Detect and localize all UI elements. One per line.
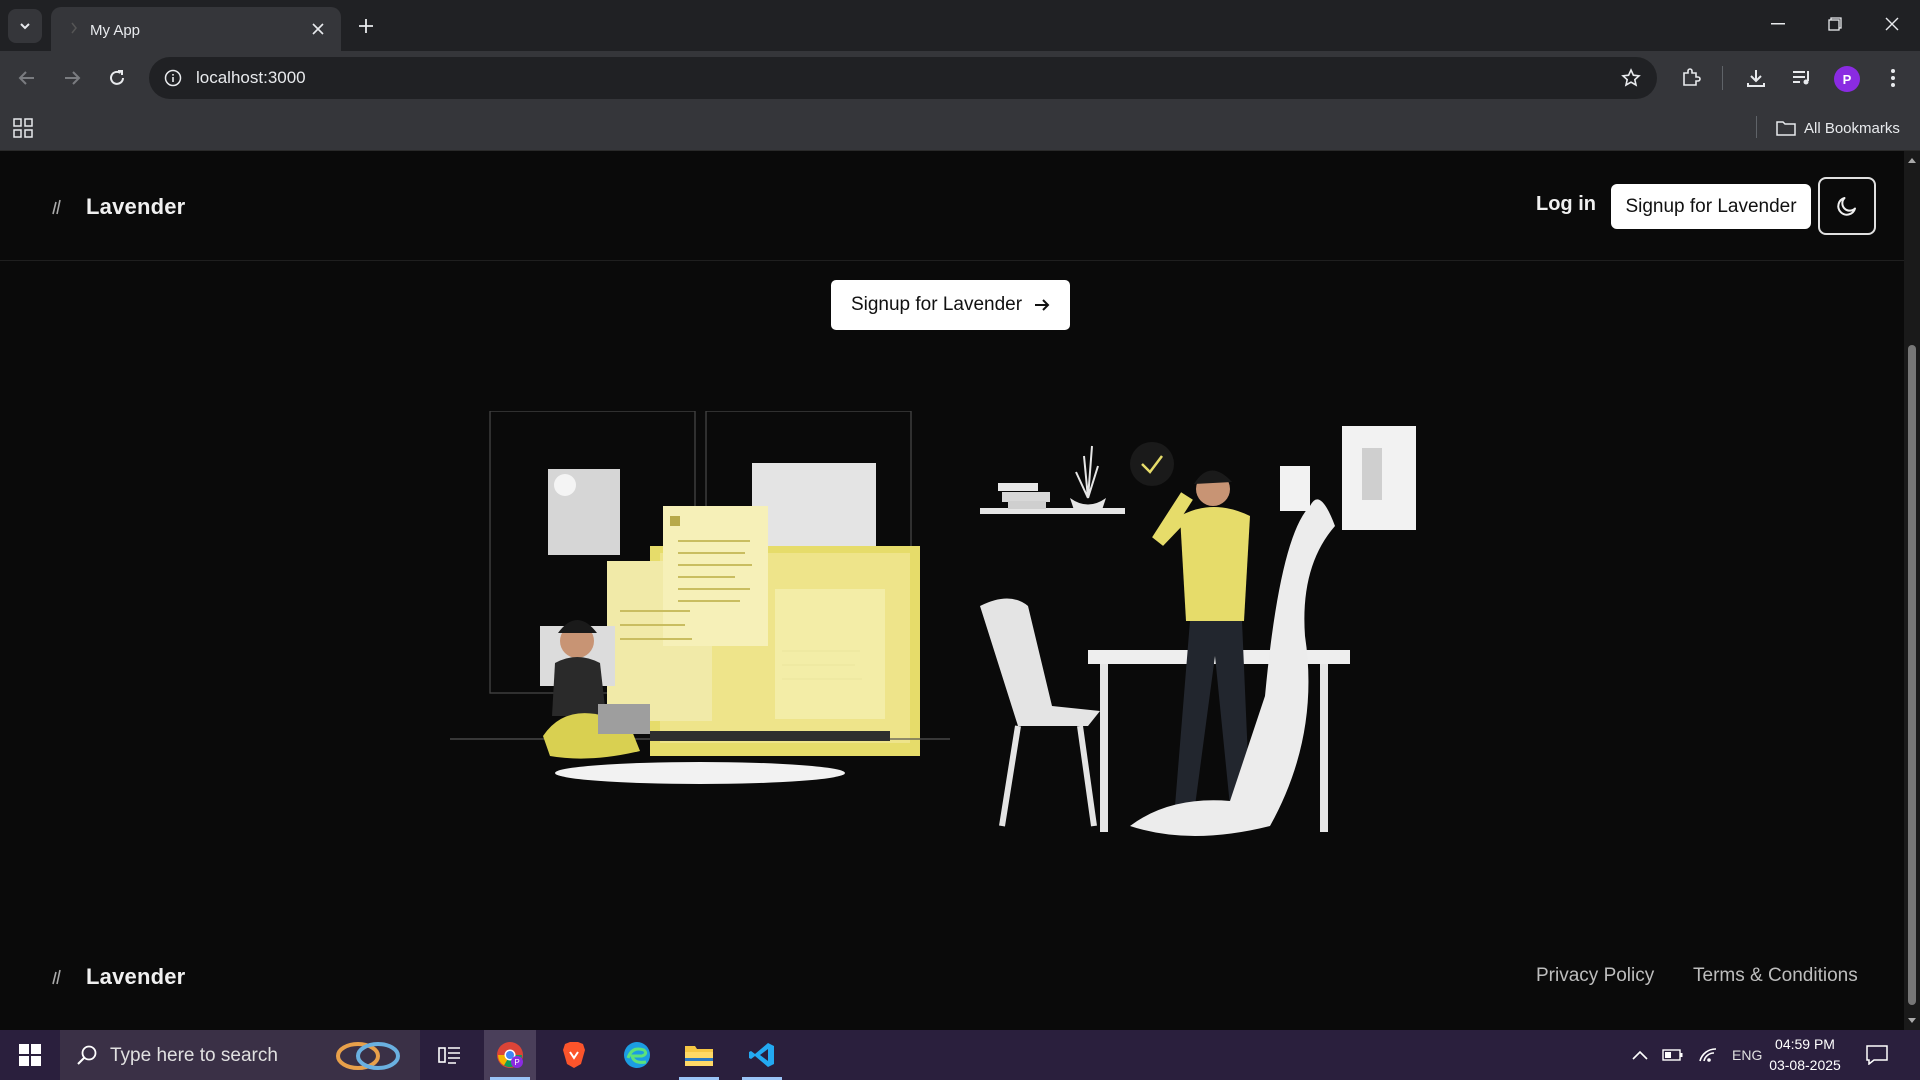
- arrow-right-icon: [1035, 299, 1050, 311]
- footer-brand-name: Lavender: [86, 964, 186, 989]
- bookmarks-separator: [1756, 116, 1757, 138]
- extensions-button[interactable]: [1676, 63, 1706, 93]
- lavender-logo-icon: [52, 969, 61, 985]
- brave-icon: [563, 1042, 585, 1068]
- site-footer: Lavender Privacy Policy Terms & Conditio…: [0, 931, 1904, 1030]
- download-icon: [1747, 70, 1765, 87]
- taskbar-search-placeholder: Type here to search: [110, 1045, 278, 1066]
- task-view-icon: [438, 1047, 460, 1064]
- close-window-button[interactable]: [1863, 0, 1920, 48]
- start-button[interactable]: [10, 1040, 50, 1070]
- taskbar-vscode[interactable]: [736, 1030, 788, 1080]
- taskbar-brave[interactable]: [548, 1030, 600, 1080]
- back-icon: [18, 71, 34, 85]
- forward-icon: [65, 71, 81, 85]
- restore-icon: [1827, 17, 1842, 31]
- wifi-icon[interactable]: [1698, 1047, 1718, 1063]
- privacy-policy-link[interactable]: Privacy Policy: [1536, 965, 1654, 987]
- taskbar-clock[interactable]: 04:59 PM 03-08-2025: [1760, 1034, 1850, 1076]
- moon-icon: [1837, 197, 1856, 216]
- windows-start-icon: [19, 1044, 41, 1066]
- apps-grid-icon[interactable]: [12, 117, 34, 139]
- browser-toolbar: localhost:3000 P: [0, 51, 1920, 105]
- restore-button[interactable]: [1806, 0, 1863, 48]
- new-tab-button[interactable]: [351, 11, 381, 41]
- tab-search-button[interactable]: [8, 9, 42, 43]
- clock-date: 03-08-2025: [1769, 1057, 1841, 1073]
- minimize-icon: [1770, 23, 1785, 25]
- windows-taskbar: Type here to search P ENG 04:59 PM 03-08…: [0, 1030, 1920, 1080]
- taskbar-edge[interactable]: [611, 1030, 663, 1080]
- reload-icon: [110, 70, 124, 85]
- signup-cta-label: Signup for Lavender: [850, 294, 1023, 315]
- chrome-icon: P: [497, 1042, 523, 1068]
- profile-avatar[interactable]: P: [1834, 66, 1860, 92]
- task-view-button[interactable]: [424, 1030, 476, 1080]
- bookmark-star-button[interactable]: [1619, 66, 1643, 90]
- notification-center-button[interactable]: [1862, 1042, 1892, 1068]
- all-bookmarks-button[interactable]: All Bookmarks: [1776, 117, 1900, 139]
- battery-icon[interactable]: [1662, 1048, 1684, 1062]
- address-bar[interactable]: localhost:3000: [149, 57, 1657, 99]
- taskbar-chrome[interactable]: P: [484, 1030, 536, 1080]
- tab-search-icon: [20, 23, 30, 30]
- browser-menu-button[interactable]: [1878, 63, 1908, 93]
- file-explorer-icon: [685, 1046, 713, 1066]
- browser-tab[interactable]: My App: [51, 7, 341, 51]
- brand-logo[interactable]: Lavender: [50, 194, 185, 220]
- lavender-logo-icon: [52, 199, 61, 215]
- taskbar-search-box[interactable]: Type here to search: [60, 1030, 420, 1080]
- signup-cta-button[interactable]: Signup for Lavender: [831, 280, 1070, 330]
- media-icon: [1793, 71, 1809, 85]
- chevron-up-icon[interactable]: [1632, 1050, 1648, 1060]
- system-tray: ENG: [1632, 1030, 1762, 1080]
- folder-icon: [1776, 121, 1796, 136]
- all-bookmarks-label: All Bookmarks: [1804, 119, 1900, 137]
- bookmarks-bar: All Bookmarks: [0, 105, 1920, 151]
- search-highlight-icon: [336, 1042, 400, 1070]
- signup-header-button[interactable]: Signup for Lavender: [1611, 184, 1811, 229]
- close-icon: [1885, 17, 1898, 31]
- media-controls-button[interactable]: [1787, 63, 1817, 93]
- clock-time: 04:59 PM: [1775, 1036, 1835, 1052]
- favicon: [71, 22, 77, 34]
- site-header: Lavender Log in Signup for Lavender: [0, 151, 1904, 261]
- minimize-button[interactable]: [1749, 0, 1806, 48]
- plus-icon: [359, 19, 373, 33]
- theme-toggle-button[interactable]: [1818, 177, 1876, 235]
- terms-link[interactable]: Terms & Conditions: [1693, 965, 1858, 987]
- notification-icon: [1866, 1045, 1888, 1065]
- extensions-icon: [1683, 68, 1701, 86]
- toolbar-separator: [1722, 66, 1723, 90]
- hero-illustration-left: [450, 411, 950, 784]
- reload-button[interactable]: [101, 62, 133, 94]
- vscode-icon: [749, 1043, 774, 1067]
- hero-illustration-right: [980, 426, 1416, 836]
- url-text: localhost:3000: [196, 68, 306, 87]
- scroll-thumb[interactable]: [1908, 345, 1916, 1005]
- scroll-up-arrow[interactable]: [1907, 155, 1917, 165]
- search-icon: [77, 1045, 97, 1065]
- taskbar-file-explorer[interactable]: [673, 1030, 725, 1080]
- svg-text:P: P: [514, 1058, 519, 1067]
- brand-name: Lavender: [86, 194, 186, 219]
- tab-close-button[interactable]: [307, 18, 329, 40]
- edge-icon: [624, 1042, 650, 1068]
- browser-tabstrip: My App: [0, 0, 1920, 51]
- site-info-button[interactable]: [161, 66, 185, 90]
- site-info-icon: [164, 69, 182, 87]
- page-scrollbar[interactable]: [1904, 151, 1920, 1030]
- downloads-button[interactable]: [1741, 63, 1771, 93]
- close-icon: [312, 23, 324, 35]
- tab-title: My App: [90, 22, 141, 39]
- footer-brand-logo[interactable]: Lavender: [50, 964, 185, 990]
- bookmark-star-icon: [1621, 68, 1641, 87]
- back-button[interactable]: [11, 62, 43, 94]
- menu-icon: [1891, 69, 1895, 87]
- login-link[interactable]: Log in: [1536, 193, 1596, 216]
- scroll-down-arrow[interactable]: [1907, 1016, 1917, 1026]
- forward-button[interactable]: [56, 62, 88, 94]
- language-indicator[interactable]: ENG: [1732, 1047, 1762, 1063]
- web-page: Lavender Log in Signup for Lavender Sign…: [0, 151, 1904, 1030]
